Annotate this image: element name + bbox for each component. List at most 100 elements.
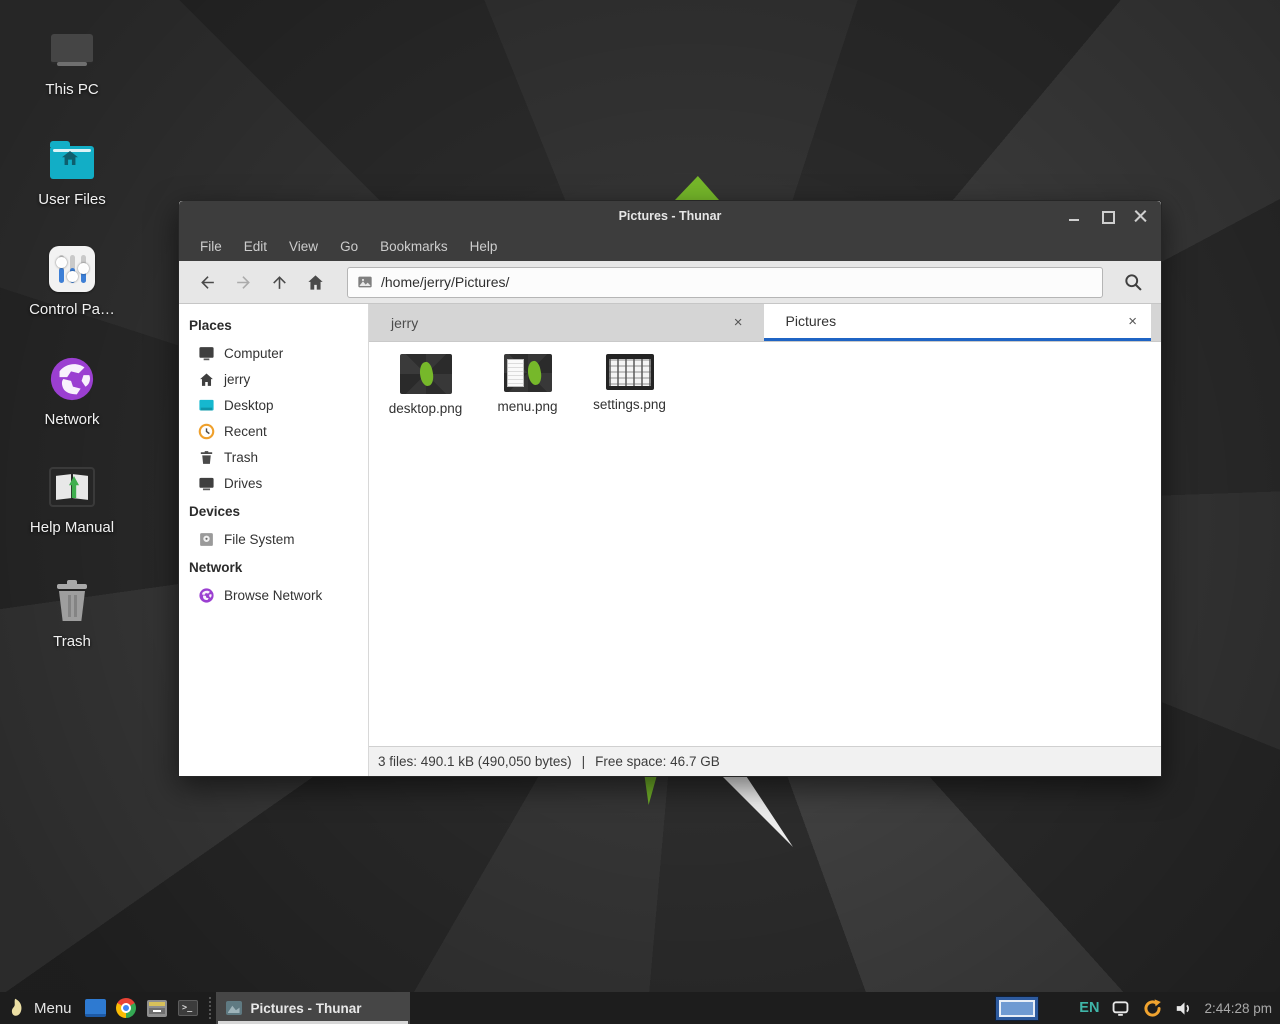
update-manager-icon[interactable] xyxy=(1142,998,1163,1019)
drive-icon xyxy=(198,475,215,492)
sidebar: Places Computer jerry Desktop Recent xyxy=(179,304,369,776)
sidebar-item-label: Browse Network xyxy=(224,588,322,603)
desktop-icon-label: Control Pa… xyxy=(29,301,115,318)
sidebar-item-label: Drives xyxy=(224,476,262,491)
search-button[interactable] xyxy=(1115,266,1151,298)
sidebar-item-label: Computer xyxy=(224,346,283,361)
home-icon xyxy=(306,273,325,292)
volume-icon[interactable] xyxy=(1175,1000,1194,1017)
terminal-launcher[interactable]: >_ xyxy=(173,992,204,1024)
path-text: /home/jerry/Pictures/ xyxy=(381,274,509,290)
mint-logo-icon xyxy=(8,998,25,1018)
file-name: menu.png xyxy=(497,399,557,414)
sidebar-item-browse-network[interactable]: Browse Network xyxy=(179,582,368,608)
tab-jerry[interactable]: jerry × xyxy=(369,304,757,341)
menu-go[interactable]: Go xyxy=(329,231,369,261)
sidebar-header-places: Places xyxy=(179,310,368,340)
desktop-icon xyxy=(198,397,215,414)
system-tray: EN xyxy=(1079,998,1194,1019)
image-icon xyxy=(357,274,373,290)
menu-view[interactable]: View xyxy=(278,231,329,261)
desktop-icon-network[interactable]: Network xyxy=(20,356,124,428)
clock[interactable]: 2:44:28 pm xyxy=(1204,1001,1272,1016)
sidebar-item-drives[interactable]: Drives xyxy=(179,470,368,496)
close-button[interactable] xyxy=(1134,210,1147,223)
sidebar-header-devices: Devices xyxy=(179,496,368,526)
path-bar[interactable]: /home/jerry/Pictures/ xyxy=(347,267,1103,298)
toolbar: /home/jerry/Pictures/ xyxy=(179,261,1161,304)
sidebar-item-label: Trash xyxy=(224,450,258,465)
file-cabinet-icon xyxy=(147,1000,167,1017)
sidebar-item-file-system[interactable]: File System xyxy=(179,526,368,552)
menu-button[interactable]: Menu xyxy=(0,992,80,1024)
maximize-button[interactable] xyxy=(1101,210,1114,223)
sidebar-item-trash[interactable]: Trash xyxy=(179,444,368,470)
chrome-launcher[interactable] xyxy=(111,992,142,1024)
file-desktop-png[interactable]: desktop.png xyxy=(377,350,474,416)
computer-icon xyxy=(198,345,215,362)
menu-edit[interactable]: Edit xyxy=(233,231,278,261)
arrow-right-icon xyxy=(234,273,253,292)
sidebar-item-label: jerry xyxy=(224,372,250,387)
status-files-info: 3 files: 490.1 kB (490,050 bytes) xyxy=(378,754,572,769)
image-window-icon xyxy=(226,1001,242,1015)
file-settings-png[interactable]: settings.png xyxy=(581,350,678,412)
file-manager-launcher[interactable] xyxy=(142,992,173,1024)
forward-button[interactable] xyxy=(225,266,261,298)
home-button[interactable] xyxy=(297,266,333,298)
sidebar-item-recent[interactable]: Recent xyxy=(179,418,368,444)
desktop-icon-control-panel[interactable]: Control Pa… xyxy=(20,246,124,318)
files-view[interactable]: desktop.png menu.png settings.png xyxy=(369,342,1161,746)
task-button-label: Pictures - Thunar xyxy=(251,1001,362,1016)
titlebar[interactable]: Pictures - Thunar xyxy=(179,201,1161,231)
clock-icon xyxy=(198,423,215,440)
display-tray-icon[interactable] xyxy=(1111,1000,1130,1017)
desktop-icon-trash[interactable]: Trash xyxy=(20,578,124,650)
sidebar-item-desktop[interactable]: Desktop xyxy=(179,392,368,418)
minimize-button[interactable] xyxy=(1068,210,1081,223)
trash-icon xyxy=(48,578,96,624)
workspace-switcher[interactable] xyxy=(995,996,1039,1021)
terminal-icon: >_ xyxy=(178,1000,198,1016)
show-desktop-launcher[interactable] xyxy=(80,992,111,1024)
file-menu-png[interactable]: menu.png xyxy=(479,350,576,414)
keyboard-layout-indicator[interactable]: EN xyxy=(1079,1000,1099,1016)
menubar: File Edit View Go Bookmarks Help xyxy=(179,231,1161,261)
arrow-up-icon xyxy=(270,273,289,292)
menu-help[interactable]: Help xyxy=(459,231,509,261)
sidebar-item-label: Recent xyxy=(224,424,267,439)
desktop-icon-user-files[interactable]: User Files xyxy=(20,136,124,208)
menu-button-label: Menu xyxy=(34,1000,72,1017)
desktop-icon-this-pc[interactable]: This PC xyxy=(20,26,124,98)
sidebar-item-label: File System xyxy=(224,532,295,547)
status-free-space: Free space: 46.7 GB xyxy=(595,754,720,769)
trash-icon xyxy=(198,449,215,466)
desktop-icon-label: Network xyxy=(44,411,99,428)
up-button[interactable] xyxy=(261,266,297,298)
taskbar: Menu >_ Pictures - Thunar EN xyxy=(0,992,1280,1024)
globe-icon xyxy=(198,587,215,604)
desktop-icon-help-manual[interactable]: Help Manual xyxy=(20,464,124,536)
desktop: This PC User Files Control Pa… Network H… xyxy=(0,0,1280,1024)
sidebar-header-network: Network xyxy=(179,552,368,582)
menu-bookmarks[interactable]: Bookmarks xyxy=(369,231,459,261)
menu-file[interactable]: File xyxy=(189,231,233,261)
sidebar-item-computer[interactable]: Computer xyxy=(179,340,368,366)
desktop-icon-label: This PC xyxy=(45,81,98,98)
sidebar-item-jerry[interactable]: jerry xyxy=(179,366,368,392)
back-button[interactable] xyxy=(189,266,225,298)
tab-close-icon[interactable]: × xyxy=(1128,314,1137,329)
tab-label: Pictures xyxy=(786,313,837,329)
home-folder-icon xyxy=(48,136,96,182)
window-title: Pictures - Thunar xyxy=(179,209,1161,223)
task-button-thunar[interactable]: Pictures - Thunar xyxy=(216,992,410,1024)
globe-icon xyxy=(48,356,96,402)
file-name: desktop.png xyxy=(389,401,463,416)
file-thumbnail xyxy=(606,354,654,390)
workspace-1[interactable] xyxy=(999,1000,1035,1017)
tab-label: jerry xyxy=(391,315,418,331)
sliders-icon xyxy=(48,246,96,292)
tab-pictures[interactable]: Pictures × xyxy=(764,304,1152,341)
tab-close-icon[interactable]: × xyxy=(734,315,743,330)
file-thumbnail xyxy=(400,354,452,394)
